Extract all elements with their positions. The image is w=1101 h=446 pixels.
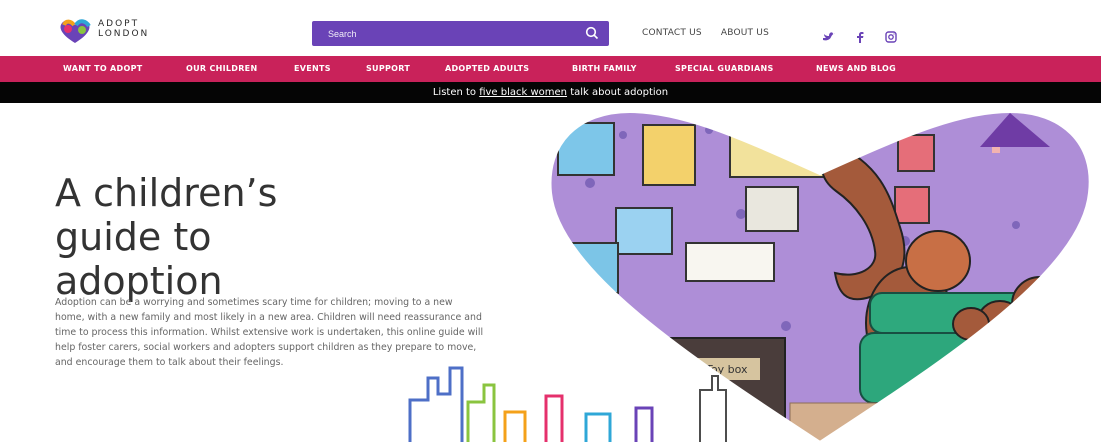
facebook-icon[interactable]	[853, 29, 867, 43]
nav-support[interactable]: SUPPORT	[366, 64, 410, 73]
logo-heart-icon	[60, 19, 91, 43]
search-bar[interactable]	[312, 21, 609, 46]
search-icon[interactable]	[585, 26, 599, 40]
announcement-link[interactable]: five black women	[479, 87, 567, 98]
nav-want-to-adopt[interactable]: WANT TO ADOPT	[63, 64, 143, 73]
announcement-bar: Listen to five black women talk about ad…	[0, 82, 1101, 103]
nav-events[interactable]: EVENTS	[294, 64, 331, 73]
logo-word-adopt: ADOPT	[98, 19, 140, 29]
instagram-icon[interactable]	[884, 29, 898, 43]
nav-our-children[interactable]: OUR CHILDREN	[186, 64, 257, 73]
search-input[interactable]	[326, 25, 570, 43]
nav-news-and-blog[interactable]: NEWS AND BLOG	[816, 64, 896, 73]
logo-wordmark: ADOPT LONDON	[98, 19, 149, 39]
top-header: ADOPT LONDON CONTACT US ABOUT US	[0, 0, 1101, 56]
utility-links: CONTACT US ABOUT US	[642, 28, 785, 38]
twitter-icon[interactable]	[822, 29, 836, 43]
announcement-prefix: Listen to	[432, 87, 480, 98]
colorful-skyline-graphic	[408, 366, 727, 442]
about-us-link[interactable]: ABOUT US	[721, 28, 769, 38]
nav-birth-family[interactable]: BIRTH FAMILY	[572, 64, 637, 73]
nav-special-guardians[interactable]: SPECIAL GUARDIANS	[675, 64, 774, 73]
nav-adopted-adults[interactable]: ADOPTED ADULTS	[445, 64, 529, 73]
contact-us-link[interactable]: CONTACT US	[642, 28, 702, 38]
hero-title: A children’s guide to adoption	[55, 171, 475, 303]
main-navigation: WANT TO ADOPT OUR CHILDREN EVENTS SUPPOR…	[0, 56, 1101, 82]
hero-title-line-1: A children’s	[55, 171, 278, 216]
adopt-london-logo[interactable]: ADOPT LONDON	[56, 15, 176, 45]
announcement-suffix: talk about adoption	[567, 87, 669, 98]
social-links	[822, 25, 910, 44]
hero-title-line-2: guide to	[55, 215, 212, 260]
logo-word-london: LONDON	[98, 29, 150, 39]
